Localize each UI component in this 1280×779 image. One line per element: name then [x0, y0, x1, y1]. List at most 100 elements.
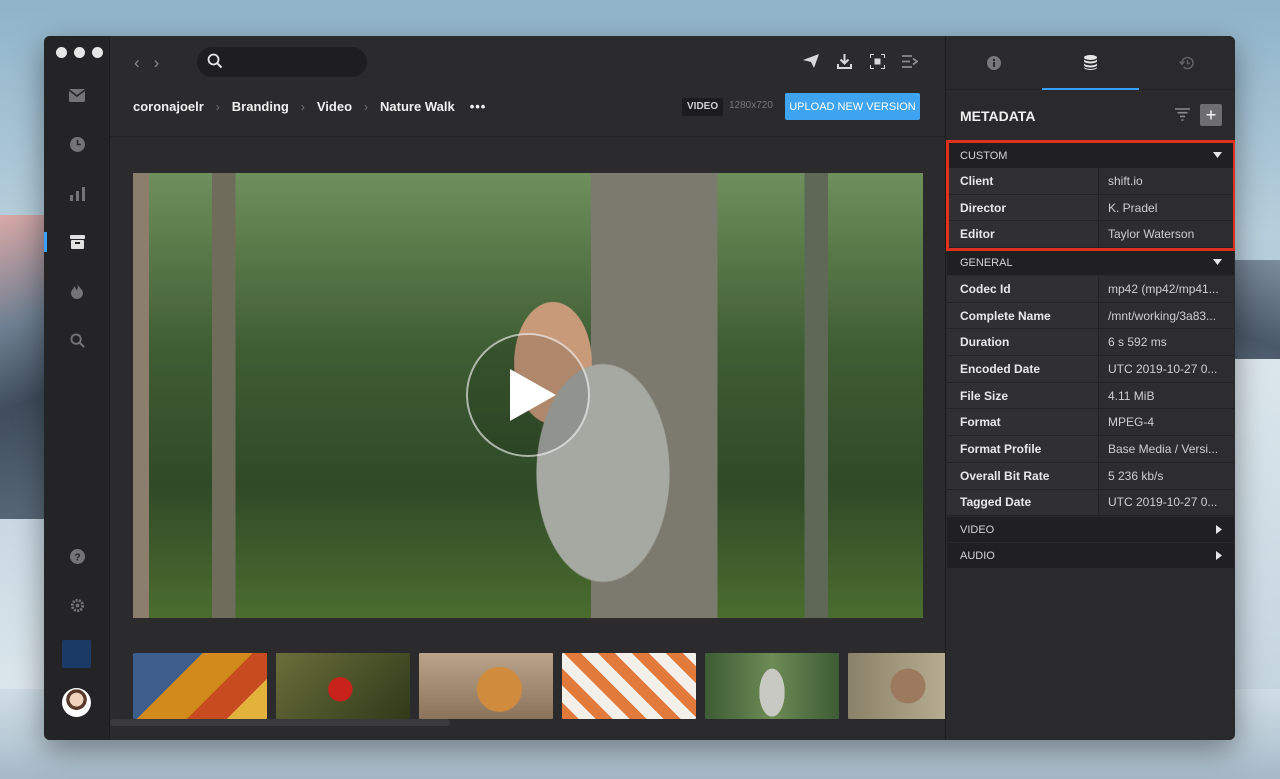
section-label: VIDEO [960, 523, 995, 536]
fire-icon[interactable] [44, 279, 110, 303]
back-button[interactable]: ‹ [134, 53, 140, 73]
breadcrumb-separator: › [364, 99, 369, 114]
search-icon[interactable] [44, 328, 110, 352]
metadata-key: Encoded Date [947, 356, 1099, 382]
help-icon[interactable]: ? [44, 544, 110, 568]
metadata-value[interactable]: /mnt/working/3a83... [1099, 302, 1234, 329]
metadata-value[interactable]: 6 s 592 ms [1099, 329, 1234, 356]
app-window: ? ‹ › coronajoelr › Branding › Video › N… [44, 36, 1235, 740]
metadata-key: Editor [947, 221, 1099, 248]
gear-icon[interactable] [44, 593, 110, 617]
section-general[interactable]: GENERAL [947, 250, 1234, 275]
custom-rows: Client shift.io Director K. Pradel Edito… [947, 168, 1234, 249]
metadata-value[interactable]: mp42 (mp42/mp41... [1099, 276, 1234, 302]
header-divider [110, 136, 945, 137]
video-player[interactable] [133, 173, 923, 618]
team-logo[interactable] [62, 640, 91, 668]
thumbnail[interactable] [133, 653, 267, 719]
metadata-value[interactable]: Base Media / Versi... [1099, 436, 1234, 462]
metadata-key: Format [947, 409, 1099, 436]
left-rail: ? [44, 36, 110, 740]
metadata-row: Format MPEG-4 [947, 409, 1234, 437]
close-window-button[interactable] [56, 47, 67, 58]
tab-metadata[interactable] [1042, 36, 1139, 90]
zoom-window-button[interactable] [92, 47, 103, 58]
filmstrip-scrollbar[interactable] [110, 719, 450, 726]
metadata-key: Codec Id [947, 276, 1099, 302]
metadata-row: Director K. Pradel [947, 194, 1234, 222]
caret-down-icon [1213, 152, 1222, 158]
breadcrumb-separator: › [300, 99, 305, 114]
window-controls [56, 47, 103, 58]
add-field-button[interactable]: + [1200, 104, 1222, 126]
send-icon[interactable] [802, 52, 820, 70]
metadata-key: Complete Name [947, 302, 1099, 329]
avatar[interactable] [62, 688, 91, 717]
more-options-button[interactable]: ••• [470, 99, 487, 114]
download-icon[interactable] [835, 52, 853, 70]
upload-new-version-button[interactable]: UPLOAD NEW VERSION [785, 93, 920, 120]
breadcrumb: coronajoelr › Branding › Video › Nature … [133, 99, 486, 114]
metadata-value[interactable]: MPEG-4 [1099, 409, 1234, 436]
filter-icon[interactable] [1175, 108, 1190, 126]
thumbnail[interactable] [562, 653, 696, 719]
asset-resolution: 1280x720 [729, 100, 773, 111]
inbox-icon[interactable] [44, 83, 110, 107]
metadata-value[interactable]: shift.io [1099, 168, 1234, 194]
chart-icon[interactable] [44, 182, 110, 206]
clock-icon[interactable] [44, 132, 110, 156]
metadata-value[interactable]: UTC 2019-10-27 0... [1099, 489, 1234, 516]
caret-down-icon [1213, 259, 1222, 265]
thumbnail[interactable] [419, 653, 553, 719]
database-icon [1083, 55, 1097, 70]
section-label: AUDIO [960, 549, 995, 562]
play-icon [510, 369, 556, 421]
tab-history[interactable] [1139, 36, 1235, 89]
svg-text:?: ? [74, 552, 80, 563]
history-icon [1179, 56, 1195, 69]
metadata-key: Client [947, 168, 1099, 194]
metadata-row: File Size 4.11 MiB [947, 382, 1234, 410]
breadcrumb-item[interactable]: Video [317, 99, 352, 114]
metadata-value[interactable]: 4.11 MiB [1099, 382, 1234, 409]
breadcrumb-separator: › [215, 99, 220, 114]
metadata-value[interactable]: UTC 2019-10-27 0... [1099, 356, 1234, 382]
thumbnail[interactable] [705, 653, 839, 719]
minimize-window-button[interactable] [74, 47, 85, 58]
metadata-key: Director [947, 194, 1099, 221]
breadcrumb-item[interactable]: coronajoelr [133, 99, 204, 114]
forward-button[interactable]: › [154, 53, 160, 73]
metadata-key: Duration [947, 329, 1099, 356]
thumbnail[interactable] [276, 653, 410, 719]
metadata-row: Codec Id mp42 (mp42/mp41... [947, 276, 1234, 303]
play-button[interactable] [466, 333, 590, 457]
asset-toolbar [802, 52, 919, 70]
queue-icon[interactable] [901, 52, 919, 70]
archive-icon[interactable] [44, 230, 110, 254]
section-custom[interactable]: CUSTOM [947, 143, 1234, 168]
breadcrumb-item[interactable]: Nature Walk [380, 99, 455, 114]
filmstrip [133, 653, 948, 719]
section-video[interactable]: VIDEO [947, 517, 1234, 542]
metadata-row: Client shift.io [947, 168, 1234, 195]
metadata-row: Encoded Date UTC 2019-10-27 0... [947, 356, 1234, 383]
search-input[interactable] [197, 47, 367, 77]
panel-title: METADATA [960, 108, 1036, 124]
metadata-row: Overall Bit Rate 5 236 kb/s [947, 462, 1234, 490]
tab-info[interactable] [946, 36, 1042, 89]
metadata-row: Format Profile Base Media / Versi... [947, 436, 1234, 463]
wallpaper-left [0, 215, 48, 525]
thumbnail[interactable] [848, 653, 948, 719]
metadata-key: File Size [947, 382, 1099, 409]
capture-icon[interactable] [868, 52, 886, 70]
caret-right-icon [1216, 551, 1222, 560]
metadata-value[interactable]: K. Pradel [1099, 194, 1234, 221]
general-rows: Codec Id mp42 (mp42/mp41... Complete Nam… [947, 276, 1234, 517]
section-audio[interactable]: AUDIO [947, 543, 1234, 568]
metadata-value[interactable]: 5 236 kb/s [1099, 462, 1234, 489]
breadcrumb-item[interactable]: Branding [232, 99, 289, 114]
metadata-row: Duration 6 s 592 ms [947, 329, 1234, 357]
metadata-key: Overall Bit Rate [947, 462, 1099, 489]
metadata-value[interactable]: Taylor Waterson [1099, 221, 1234, 248]
caret-right-icon [1216, 525, 1222, 534]
